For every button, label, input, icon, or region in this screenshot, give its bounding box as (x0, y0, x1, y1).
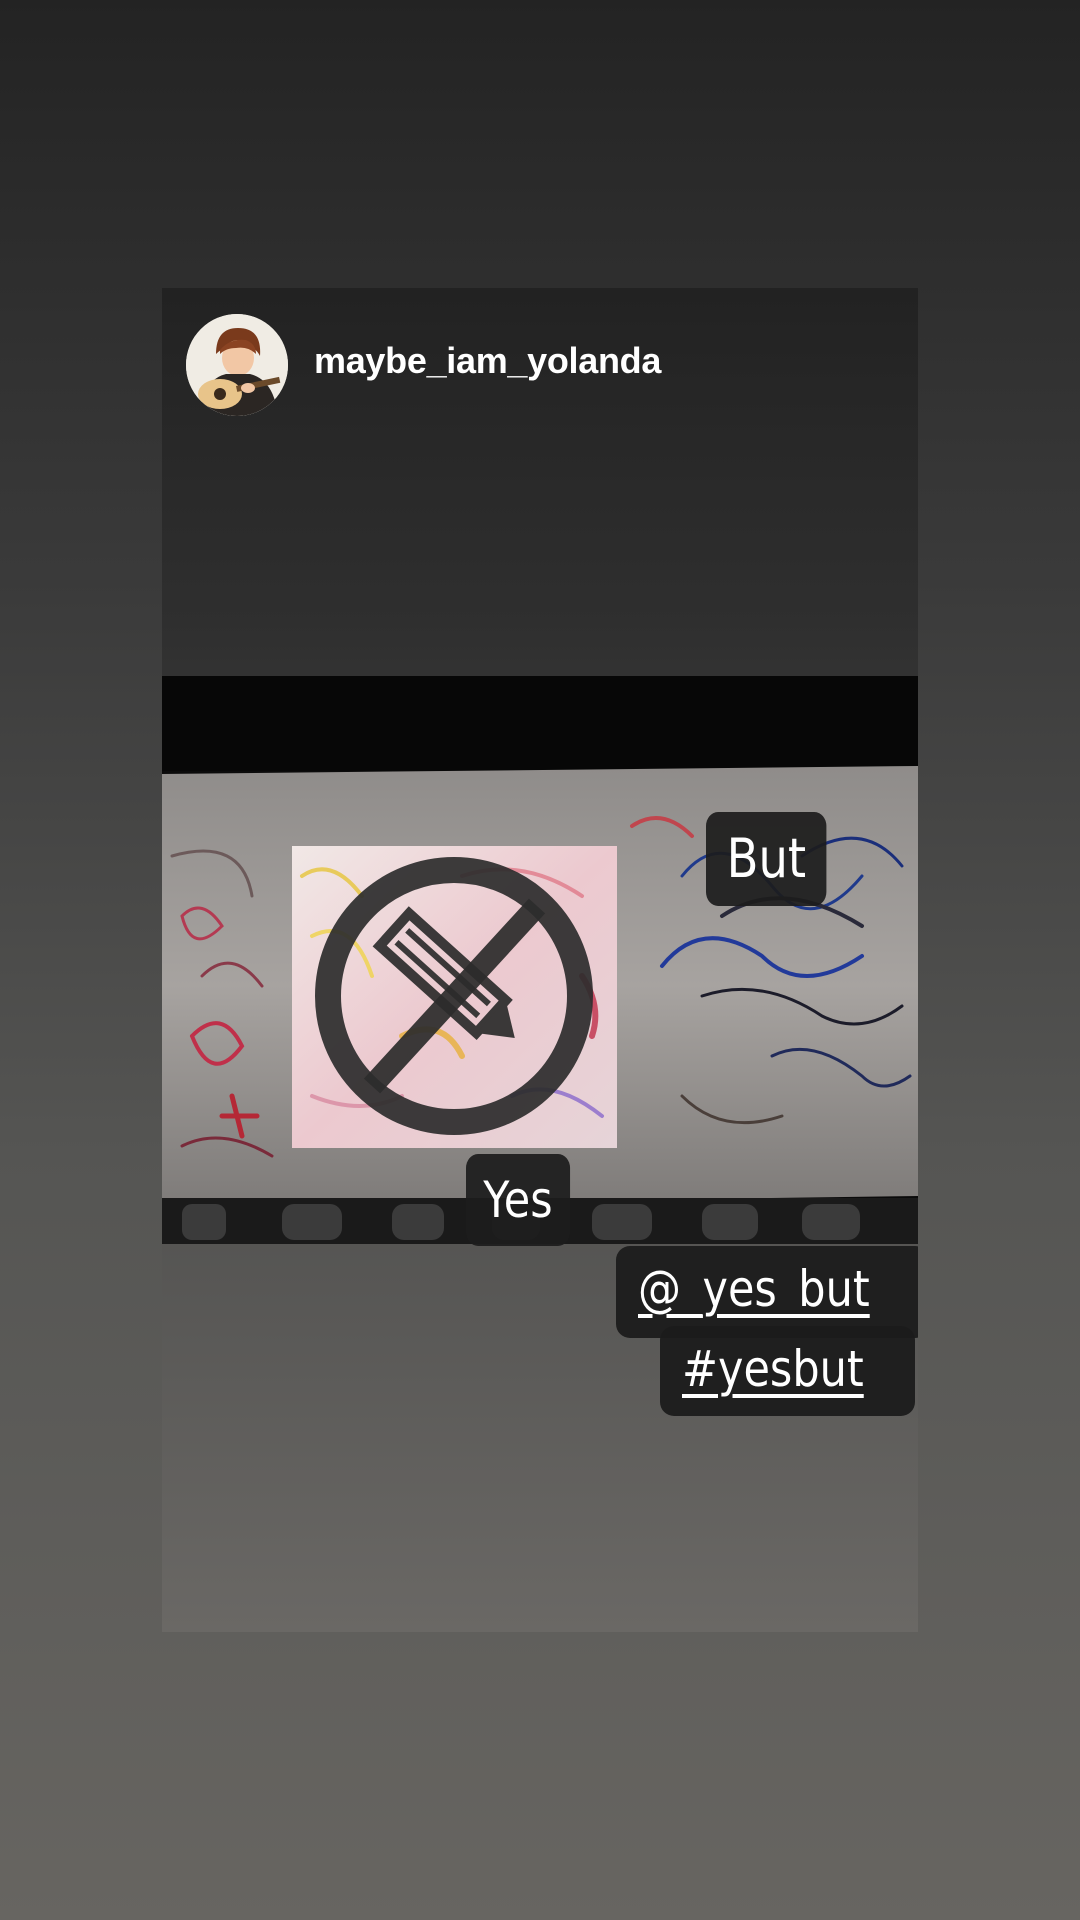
but-sticker[interactable]: But (706, 812, 827, 906)
mention-sticker[interactable]: @_yes_but (616, 1246, 918, 1338)
story-card[interactable]: maybe_iam_yolanda But Yes @_yes_but #yes… (162, 288, 918, 1632)
story-viewer: maybe_iam_yolanda But Yes @_yes_but #yes… (0, 0, 1080, 1920)
story-username[interactable]: maybe_iam_yolanda (314, 340, 661, 382)
guitarist-avatar-icon[interactable] (186, 314, 288, 416)
hashtag-link[interactable]: #yesbut (682, 1326, 864, 1412)
story-header: maybe_iam_yolanda (162, 288, 918, 438)
mention-link[interactable]: @_yes_but (638, 1246, 870, 1332)
yes-sticker[interactable]: Yes (466, 1154, 570, 1246)
hashtag-sticker[interactable]: #yesbut (660, 1326, 916, 1416)
